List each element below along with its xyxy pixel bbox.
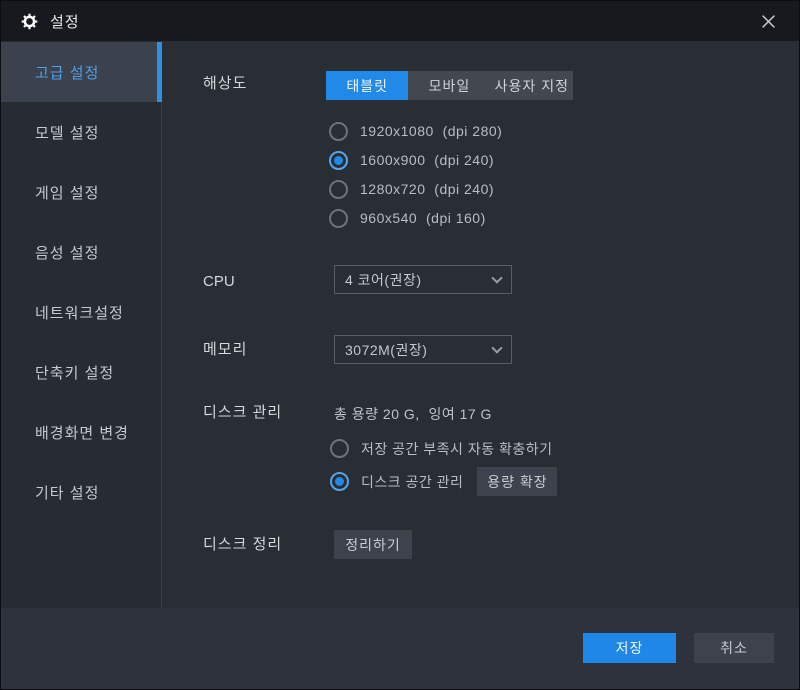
resolution-label: 해상도 bbox=[203, 75, 248, 92]
sidebar-item-misc[interactable]: 기타 설정 bbox=[1, 462, 161, 522]
sidebar-item-label: 고급 설정 bbox=[35, 64, 100, 82]
tab-label: 모바일 bbox=[428, 77, 471, 94]
radio-label: 저장 공간 부족시 자동 확충하기 bbox=[361, 440, 553, 457]
resolution-options: 1920x1080 (dpi 280) 1600x900 (dpi 240) 1… bbox=[329, 121, 502, 237]
sidebar-item-network[interactable]: 네트워크설정 bbox=[1, 282, 161, 342]
sidebar-item-shortcut[interactable]: 단축키 설정 bbox=[1, 342, 161, 402]
cpu-selected-value: 4 코어(권장) bbox=[345, 271, 422, 288]
settings-window: 설정 고급 설정 모델 설정 게임 설정 음성 설정 네트워크설정 단축키 설정… bbox=[0, 0, 800, 690]
tab-label: 사용자 지정 bbox=[494, 77, 569, 94]
sidebar-item-model[interactable]: 모델 설정 bbox=[1, 102, 161, 162]
radio-selected-icon bbox=[330, 472, 349, 491]
memory-label: 메모리 bbox=[203, 341, 248, 358]
disk-option-manage-space[interactable]: 디스크 공간 관리 용량 확장 bbox=[330, 467, 558, 496]
sidebar-item-label: 배경화면 변경 bbox=[35, 424, 129, 442]
disk-capacity-summary: 총 용량 20 G, 잉여 17 G bbox=[334, 406, 492, 422]
cpu-label: CPU bbox=[203, 273, 235, 290]
sidebar-item-game[interactable]: 게임 설정 bbox=[1, 162, 161, 222]
sidebar-item-label: 모델 설정 bbox=[35, 124, 100, 142]
radio-label: 1920x1080 (dpi 280) bbox=[360, 123, 503, 139]
footer-bar: 저장 취소 bbox=[1, 608, 799, 689]
sidebar-item-advanced[interactable]: 고급 설정 bbox=[1, 42, 162, 102]
tab-custom[interactable]: 사용자 지정 bbox=[491, 71, 573, 100]
radio-icon bbox=[330, 439, 349, 458]
tab-tablet[interactable]: 태블릿 bbox=[326, 71, 409, 100]
sidebar-item-label: 음성 설정 bbox=[35, 244, 100, 262]
sidebar-item-audio[interactable]: 음성 설정 bbox=[1, 222, 161, 282]
radio-label: 1600x900 (dpi 240) bbox=[360, 152, 495, 168]
radio-label: 960x540 (dpi 160) bbox=[360, 210, 486, 226]
resolution-option-960x540[interactable]: 960x540 (dpi 160) bbox=[329, 208, 502, 228]
main-panel: 해상도 태블릿 모바일 사용자 지정 1920x1080 (dpi 280) 1… bbox=[162, 41, 799, 610]
radio-icon bbox=[329, 208, 348, 228]
cancel-button[interactable]: 취소 bbox=[694, 633, 774, 663]
radio-label: 1280x720 (dpi 240) bbox=[360, 181, 495, 197]
radio-icon bbox=[329, 121, 348, 141]
disk-option-auto-expand[interactable]: 저장 공간 부족시 자동 확충하기 bbox=[330, 434, 557, 463]
resolution-tabs: 태블릿 모바일 사용자 지정 bbox=[326, 71, 573, 100]
close-icon bbox=[761, 14, 775, 28]
sidebar-item-label: 기타 설정 bbox=[35, 484, 100, 502]
tab-mobile[interactable]: 모바일 bbox=[408, 71, 490, 100]
resolution-option-1600x900[interactable]: 1600x900 (dpi 240) bbox=[329, 150, 502, 170]
gear-icon bbox=[21, 13, 38, 30]
sidebar-item-label: 단축키 설정 bbox=[35, 364, 115, 382]
tab-label: 태블릿 bbox=[346, 77, 388, 94]
resolution-option-1280x720[interactable]: 1280x720 (dpi 240) bbox=[329, 179, 502, 199]
radio-icon bbox=[329, 179, 348, 199]
resolution-option-1920x1080[interactable]: 1920x1080 (dpi 280) bbox=[329, 121, 502, 141]
disk-label: 디스크 관리 bbox=[203, 404, 283, 421]
sidebar-item-label: 게임 설정 bbox=[35, 184, 100, 202]
disk-options: 저장 공간 부족시 자동 확충하기 디스크 공간 관리 용량 확장 bbox=[330, 434, 558, 496]
cpu-select[interactable]: 4 코어(권장) bbox=[334, 265, 512, 294]
memory-selected-value: 3072M(권장) bbox=[345, 341, 428, 358]
cleanup-label: 디스크 정리 bbox=[203, 536, 283, 553]
window-title: 설정 bbox=[50, 13, 80, 31]
close-button[interactable] bbox=[751, 1, 785, 41]
expand-capacity-button[interactable]: 용량 확장 bbox=[477, 467, 558, 496]
sidebar-item-wallpaper[interactable]: 배경화면 변경 bbox=[1, 402, 161, 462]
cleanup-button[interactable]: 정리하기 bbox=[334, 530, 412, 559]
titlebar: 설정 bbox=[1, 1, 799, 41]
sidebar-item-label: 네트워크설정 bbox=[35, 304, 124, 322]
memory-select[interactable]: 3072M(권장) bbox=[334, 335, 512, 364]
chevron-down-icon bbox=[491, 341, 503, 354]
radio-selected-icon bbox=[329, 150, 348, 170]
chevron-down-icon bbox=[491, 271, 503, 284]
save-button[interactable]: 저장 bbox=[583, 633, 676, 663]
sidebar: 고급 설정 모델 설정 게임 설정 음성 설정 네트워크설정 단축키 설정 배경… bbox=[1, 41, 162, 610]
radio-label: 디스크 공간 관리 bbox=[361, 473, 464, 490]
